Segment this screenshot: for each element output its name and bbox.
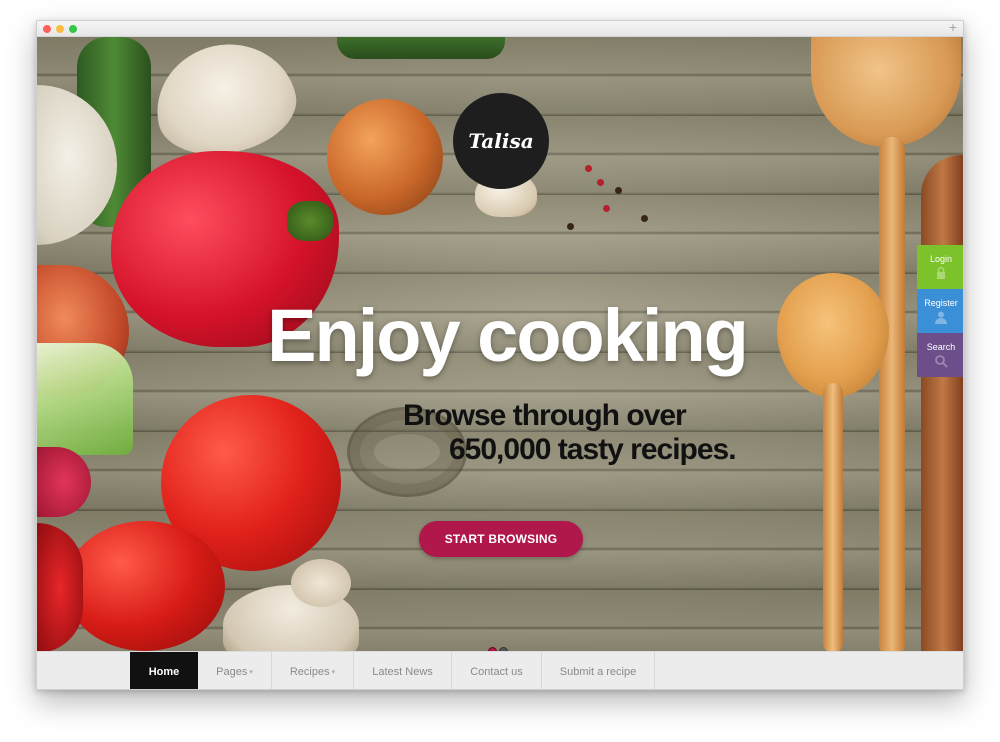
- peppercorn: [597, 179, 604, 186]
- chevron-down-icon: ▾: [331, 669, 336, 676]
- peppercorn: [615, 187, 622, 194]
- nav-item-label: Pages: [216, 666, 248, 678]
- mushroom-image: [291, 559, 351, 607]
- window-titlebar: +: [37, 21, 963, 37]
- nav-item-label: Contact us: [470, 666, 523, 678]
- close-window-dot[interactable]: [43, 25, 51, 33]
- scallion-image: [37, 343, 133, 455]
- lock-icon: [937, 266, 945, 279]
- maximize-window-dot[interactable]: [69, 25, 77, 33]
- browser-window: + Talisa Enjoy cooking Browse through ov…: [36, 20, 964, 690]
- nav-item-contact-us[interactable]: Contact us: [452, 652, 542, 689]
- hero-slider: Talisa Enjoy cooking Browse through over…: [37, 37, 963, 651]
- site-logo[interactable]: Talisa: [453, 93, 549, 189]
- nav-item-recipes[interactable]: Recipes ▾: [272, 652, 354, 689]
- pepper-stem-image: [287, 201, 333, 241]
- register-tab-label: Register: [924, 298, 958, 308]
- peppercorn: [603, 205, 610, 212]
- chevron-down-icon: ▾: [249, 669, 253, 676]
- search-tab-label: Search: [926, 342, 956, 352]
- nav-item-latest-news[interactable]: Latest News: [354, 652, 452, 689]
- wooden-spoon-handle: [879, 137, 905, 651]
- peppercorn: [567, 223, 574, 230]
- register-tab[interactable]: Register: [917, 289, 963, 333]
- peppercorn: [641, 215, 648, 222]
- minimize-window-dot[interactable]: [56, 25, 64, 33]
- cucumber-image: [337, 37, 505, 59]
- peppercorn: [585, 165, 592, 172]
- wooden-spoon-handle: [823, 383, 843, 651]
- nav-item-submit-a-recipe[interactable]: Submit a recipe: [542, 652, 655, 689]
- main-navigation: Home Pages ▾ Recipes ▾ Latest News Contact…: [37, 651, 963, 689]
- tomato-image: [65, 521, 225, 651]
- nav-item-label: Latest News: [372, 666, 433, 678]
- nav-item-label: Submit a recipe: [559, 666, 637, 678]
- logo-text: Talisa: [468, 129, 534, 153]
- search-icon: [935, 355, 948, 368]
- nav-item-pages[interactable]: Pages ▾: [198, 652, 272, 689]
- login-tab-label: Login: [929, 254, 953, 264]
- login-tab[interactable]: Login: [917, 245, 963, 289]
- onion-image: [327, 99, 443, 215]
- hero-headline: Enjoy cooking: [267, 294, 749, 377]
- wooden-spoon-image: [921, 155, 963, 651]
- hero-subheadline-line2: 650,000 tasty recipes.: [449, 433, 737, 466]
- side-tabs: Login Register Search: [917, 245, 963, 377]
- new-tab-plus-icon[interactable]: +: [947, 22, 959, 34]
- hero-subheadline-line1: Browse through over: [403, 399, 687, 432]
- nav-item-home[interactable]: Home: [130, 652, 198, 689]
- nav-item-label: Recipes: [289, 666, 330, 678]
- user-icon: [935, 311, 947, 324]
- start-browsing-button[interactable]: START BROWSING: [419, 521, 583, 557]
- nav-item-label: Home: [148, 666, 180, 678]
- search-tab[interactable]: Search: [917, 333, 963, 377]
